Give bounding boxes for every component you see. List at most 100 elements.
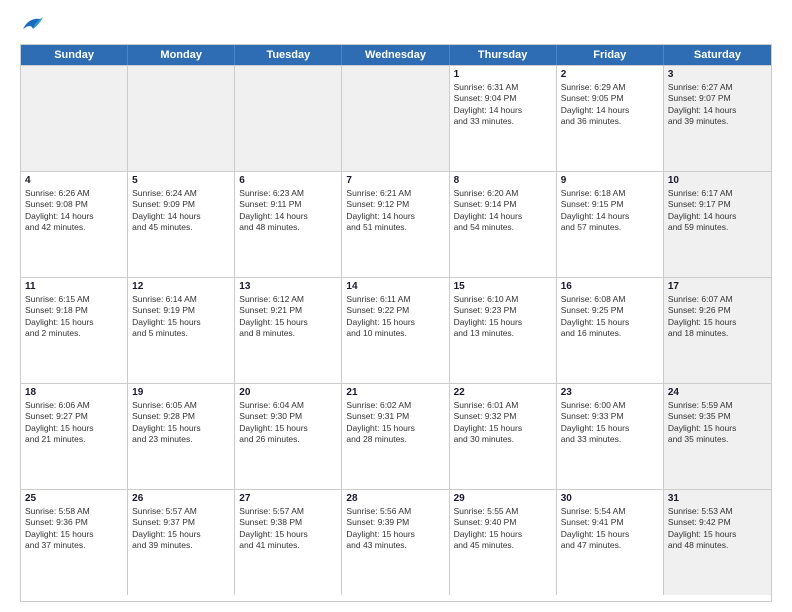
cell-info-line: Sunrise: 5:57 AM bbox=[239, 506, 337, 517]
calendar-cell: 18Sunrise: 6:06 AMSunset: 9:27 PMDayligh… bbox=[21, 384, 128, 489]
calendar-cell: 31Sunrise: 5:53 AMSunset: 9:42 PMDayligh… bbox=[664, 490, 771, 595]
cell-info-line: Daylight: 15 hours bbox=[346, 317, 444, 328]
cell-info-line: Daylight: 14 hours bbox=[561, 211, 659, 222]
cell-info-line: and 16 minutes. bbox=[561, 328, 659, 339]
calendar-cell bbox=[128, 66, 235, 171]
day-number: 15 bbox=[454, 281, 552, 292]
day-number: 22 bbox=[454, 387, 552, 398]
calendar-cell: 16Sunrise: 6:08 AMSunset: 9:25 PMDayligh… bbox=[557, 278, 664, 383]
day-number: 18 bbox=[25, 387, 123, 398]
header-day-wednesday: Wednesday bbox=[342, 45, 449, 65]
cell-info-line: and 41 minutes. bbox=[239, 540, 337, 551]
day-number: 1 bbox=[454, 69, 552, 80]
cell-info-line: and 43 minutes. bbox=[346, 540, 444, 551]
cell-info-line: Sunrise: 6:08 AM bbox=[561, 294, 659, 305]
day-number: 26 bbox=[132, 493, 230, 504]
cell-info-line: Daylight: 15 hours bbox=[346, 529, 444, 540]
cell-info-line: and 2 minutes. bbox=[25, 328, 123, 339]
calendar-cell: 25Sunrise: 5:58 AMSunset: 9:36 PMDayligh… bbox=[21, 490, 128, 595]
day-number: 30 bbox=[561, 493, 659, 504]
cell-info-line: Sunset: 9:37 PM bbox=[132, 517, 230, 528]
cell-info-line: Daylight: 15 hours bbox=[668, 423, 767, 434]
cell-info-line: Sunrise: 6:26 AM bbox=[25, 188, 123, 199]
cell-info-line: Sunset: 9:32 PM bbox=[454, 411, 552, 422]
cell-info-line: Daylight: 15 hours bbox=[132, 423, 230, 434]
calendar-cell bbox=[21, 66, 128, 171]
cell-info-line: Sunset: 9:26 PM bbox=[668, 305, 767, 316]
cell-info-line: Sunset: 9:42 PM bbox=[668, 517, 767, 528]
cell-info-line: and 35 minutes. bbox=[668, 434, 767, 445]
cell-info-line: Sunset: 9:17 PM bbox=[668, 199, 767, 210]
cell-info-line: Daylight: 15 hours bbox=[239, 529, 337, 540]
day-number: 21 bbox=[346, 387, 444, 398]
cell-info-line: Sunset: 9:39 PM bbox=[346, 517, 444, 528]
cell-info-line: and 37 minutes. bbox=[25, 540, 123, 551]
cell-info-line: Sunset: 9:35 PM bbox=[668, 411, 767, 422]
cell-info-line: Sunrise: 5:54 AM bbox=[561, 506, 659, 517]
day-number: 20 bbox=[239, 387, 337, 398]
calendar-cell: 12Sunrise: 6:14 AMSunset: 9:19 PMDayligh… bbox=[128, 278, 235, 383]
cell-info-line: and 33 minutes. bbox=[454, 116, 552, 127]
cell-info-line: Sunrise: 6:24 AM bbox=[132, 188, 230, 199]
cell-info-line: Sunrise: 6:07 AM bbox=[668, 294, 767, 305]
calendar-cell: 17Sunrise: 6:07 AMSunset: 9:26 PMDayligh… bbox=[664, 278, 771, 383]
calendar-row-1: 4Sunrise: 6:26 AMSunset: 9:08 PMDaylight… bbox=[21, 171, 771, 277]
calendar-cell bbox=[235, 66, 342, 171]
calendar-cell: 30Sunrise: 5:54 AMSunset: 9:41 PMDayligh… bbox=[557, 490, 664, 595]
cell-info-line: Daylight: 14 hours bbox=[561, 105, 659, 116]
day-number: 24 bbox=[668, 387, 767, 398]
calendar-cell: 28Sunrise: 5:56 AMSunset: 9:39 PMDayligh… bbox=[342, 490, 449, 595]
cell-info-line: Sunrise: 6:02 AM bbox=[346, 400, 444, 411]
cell-info-line: Sunset: 9:07 PM bbox=[668, 93, 767, 104]
cell-info-line: and 18 minutes. bbox=[668, 328, 767, 339]
cell-info-line: and 8 minutes. bbox=[239, 328, 337, 339]
cell-info-line: and 45 minutes. bbox=[454, 540, 552, 551]
calendar-cell: 11Sunrise: 6:15 AMSunset: 9:18 PMDayligh… bbox=[21, 278, 128, 383]
cell-info-line: and 48 minutes. bbox=[668, 540, 767, 551]
cell-info-line: and 30 minutes. bbox=[454, 434, 552, 445]
cell-info-line: Sunset: 9:18 PM bbox=[25, 305, 123, 316]
calendar-cell: 13Sunrise: 6:12 AMSunset: 9:21 PMDayligh… bbox=[235, 278, 342, 383]
calendar-cell: 29Sunrise: 5:55 AMSunset: 9:40 PMDayligh… bbox=[450, 490, 557, 595]
header-day-thursday: Thursday bbox=[450, 45, 557, 65]
cell-info-line: and 5 minutes. bbox=[132, 328, 230, 339]
calendar-cell: 20Sunrise: 6:04 AMSunset: 9:30 PMDayligh… bbox=[235, 384, 342, 489]
day-number: 2 bbox=[561, 69, 659, 80]
cell-info-line: Sunrise: 6:27 AM bbox=[668, 82, 767, 93]
day-number: 25 bbox=[25, 493, 123, 504]
cell-info-line: Daylight: 14 hours bbox=[25, 211, 123, 222]
cell-info-line: and 21 minutes. bbox=[25, 434, 123, 445]
cell-info-line: Sunrise: 6:23 AM bbox=[239, 188, 337, 199]
cell-info-line: and 51 minutes. bbox=[346, 222, 444, 233]
logo-text bbox=[20, 16, 43, 34]
cell-info-line: Sunset: 9:40 PM bbox=[454, 517, 552, 528]
cell-info-line: and 10 minutes. bbox=[346, 328, 444, 339]
cell-info-line: Daylight: 15 hours bbox=[25, 423, 123, 434]
cell-info-line: Sunrise: 6:31 AM bbox=[454, 82, 552, 93]
day-number: 27 bbox=[239, 493, 337, 504]
cell-info-line: and 57 minutes. bbox=[561, 222, 659, 233]
calendar-cell: 1Sunrise: 6:31 AMSunset: 9:04 PMDaylight… bbox=[450, 66, 557, 171]
cell-info-line: Sunrise: 6:00 AM bbox=[561, 400, 659, 411]
cell-info-line: Daylight: 14 hours bbox=[454, 211, 552, 222]
calendar-cell: 8Sunrise: 6:20 AMSunset: 9:14 PMDaylight… bbox=[450, 172, 557, 277]
calendar-cell: 23Sunrise: 6:00 AMSunset: 9:33 PMDayligh… bbox=[557, 384, 664, 489]
cell-info-line: Daylight: 14 hours bbox=[668, 211, 767, 222]
cell-info-line: and 42 minutes. bbox=[25, 222, 123, 233]
cell-info-line: Sunset: 9:19 PM bbox=[132, 305, 230, 316]
calendar-cell: 24Sunrise: 5:59 AMSunset: 9:35 PMDayligh… bbox=[664, 384, 771, 489]
cell-info-line: and 39 minutes. bbox=[668, 116, 767, 127]
calendar-cell: 22Sunrise: 6:01 AMSunset: 9:32 PMDayligh… bbox=[450, 384, 557, 489]
day-number: 28 bbox=[346, 493, 444, 504]
day-number: 6 bbox=[239, 175, 337, 186]
calendar-cell: 10Sunrise: 6:17 AMSunset: 9:17 PMDayligh… bbox=[664, 172, 771, 277]
cell-info-line: Sunset: 9:31 PM bbox=[346, 411, 444, 422]
page: SundayMondayTuesdayWednesdayThursdayFrid… bbox=[0, 0, 792, 612]
cell-info-line: Sunset: 9:05 PM bbox=[561, 93, 659, 104]
cell-info-line: Sunset: 9:41 PM bbox=[561, 517, 659, 528]
day-number: 29 bbox=[454, 493, 552, 504]
header bbox=[20, 16, 772, 34]
calendar-cell: 3Sunrise: 6:27 AMSunset: 9:07 PMDaylight… bbox=[664, 66, 771, 171]
cell-info-line: Daylight: 14 hours bbox=[346, 211, 444, 222]
header-day-saturday: Saturday bbox=[664, 45, 771, 65]
